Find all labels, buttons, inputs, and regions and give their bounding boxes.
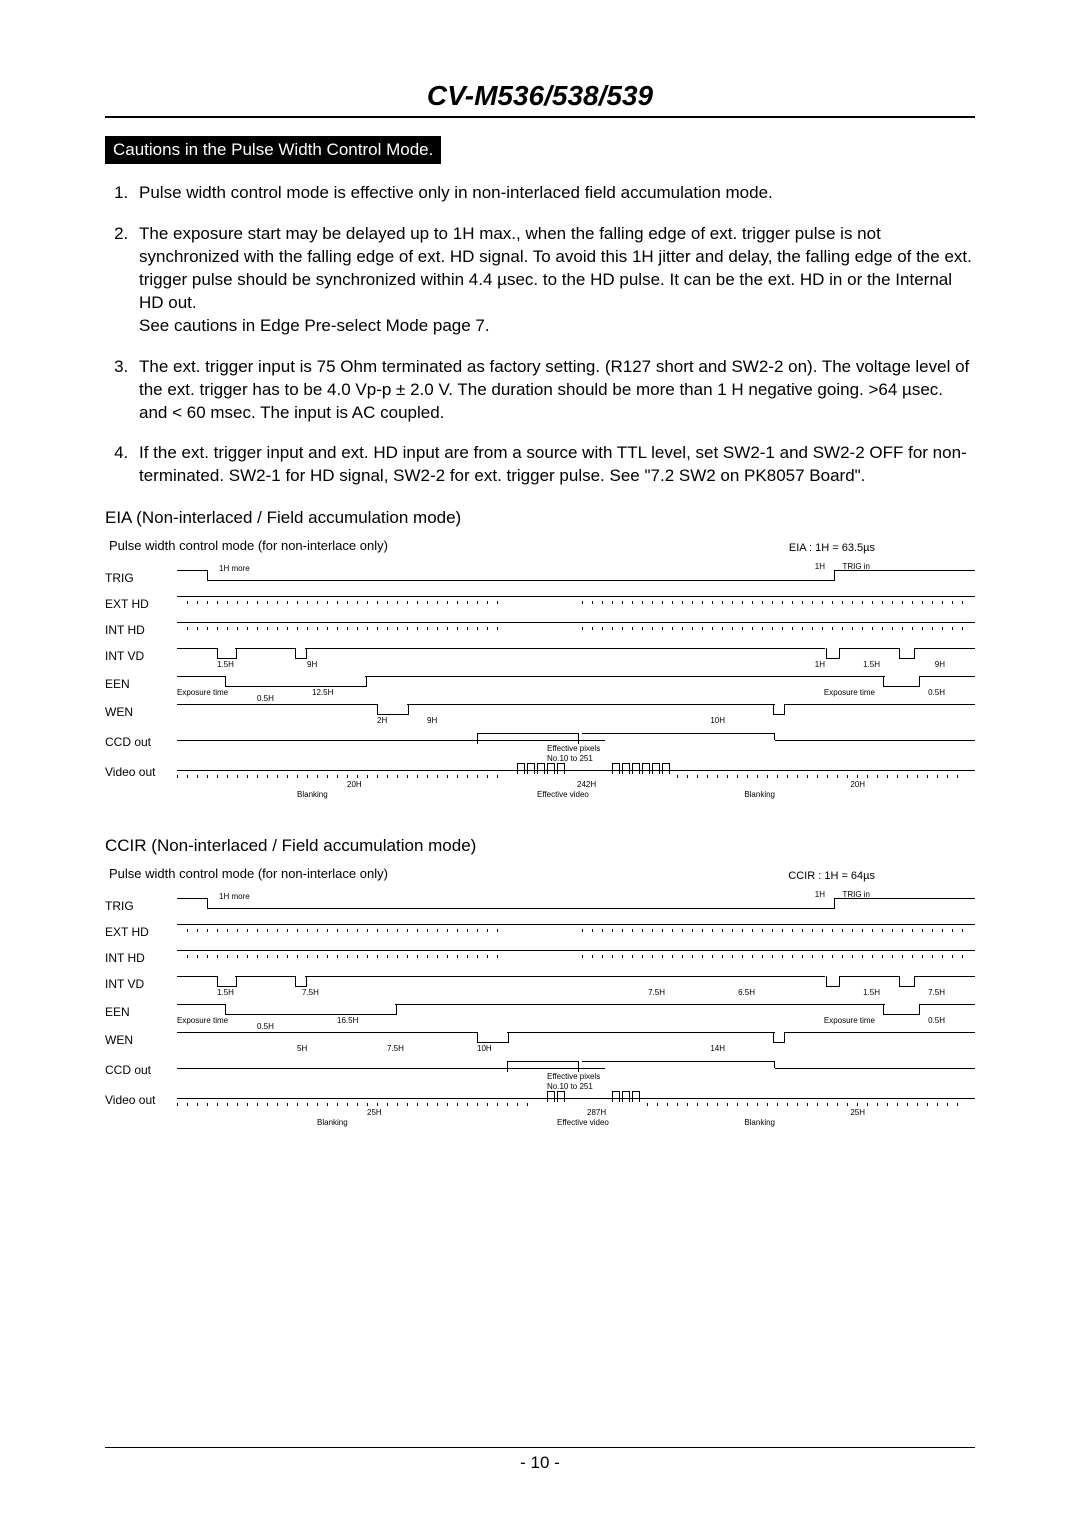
ann: 10H: [477, 1044, 492, 1053]
caution-item: The ext. trigger input is 75 Ohm termina…: [133, 356, 975, 425]
ann: Blanking: [297, 790, 328, 799]
ann: 16.5H: [337, 1016, 358, 1025]
diagram1-note: EIA : 1H = 63.5µs: [789, 542, 875, 554]
ann: 0.5H: [928, 688, 945, 697]
diagram2-caption: Pulse width control mode (for non-interl…: [109, 866, 388, 881]
diagram1-caption: Pulse width control mode (for non-interl…: [109, 538, 388, 553]
row-label: WEN: [105, 1033, 177, 1047]
ann: Exposure time: [177, 1016, 228, 1025]
row-label: TRIG: [105, 899, 177, 913]
row-label: EXT HD: [105, 597, 177, 611]
footer-rule: [105, 1447, 975, 1448]
ann: Effective video: [537, 790, 589, 799]
ann: 2H: [377, 716, 387, 725]
row-label: INT HD: [105, 951, 177, 965]
ann: 9H: [427, 716, 437, 725]
ann: 9H: [935, 660, 945, 669]
row-label: Video out: [105, 1093, 177, 1107]
ann: 25H: [850, 1108, 865, 1117]
caution-item: Pulse width control mode is effective on…: [133, 182, 975, 205]
row-label: EEN: [105, 677, 177, 691]
ann: TRIG in: [842, 890, 870, 899]
section-caption: Cautions in the Pulse Width Control Mode…: [105, 136, 441, 164]
page-title: CV-M536/538/539: [105, 80, 975, 112]
row-label: INT VD: [105, 649, 177, 663]
ann: 1H: [815, 660, 825, 669]
ann: 1H: [815, 562, 825, 571]
ann: 10H: [710, 716, 725, 725]
page-number: - 10 -: [0, 1453, 1080, 1473]
caution-item: If the ext. trigger input and ext. HD in…: [133, 442, 975, 488]
diagram2-note: CCIR : 1H = 64µs: [788, 870, 875, 882]
ann: 1.5H: [863, 988, 880, 997]
ann: Exposure time: [177, 688, 228, 697]
ann: 242H: [577, 780, 596, 789]
row-label: CCD out: [105, 735, 177, 749]
row-label: INT VD: [105, 977, 177, 991]
ann: 5H: [297, 1044, 307, 1053]
ann: 7.5H: [648, 988, 665, 997]
ann: 1.5H: [217, 988, 234, 997]
ann: Effective video: [557, 1118, 609, 1127]
ann: 0.5H: [928, 1016, 945, 1025]
ann: Blanking: [317, 1118, 348, 1127]
ann: 20H: [850, 780, 865, 789]
row-label: EXT HD: [105, 925, 177, 939]
cautions-list: Pulse width control mode is effective on…: [105, 182, 975, 488]
row-label: EEN: [105, 1005, 177, 1019]
timing-diagram-ccir: Pulse width control mode (for non-interl…: [105, 866, 975, 1136]
ann: Exposure time: [824, 688, 875, 697]
caution-item: The exposure start may be delayed up to …: [133, 223, 975, 338]
row-label: CCD out: [105, 1063, 177, 1077]
ann: 7.5H: [928, 988, 945, 997]
ann: 1.5H: [863, 660, 880, 669]
diagram2-subtitle: CCIR (Non-interlaced / Field accumulatio…: [105, 836, 975, 856]
ann: 7.5H: [302, 988, 319, 997]
ann: 20H: [347, 780, 362, 789]
ann: 12.5H: [312, 688, 333, 697]
timing-diagram-eia: Pulse width control mode (for non-interl…: [105, 538, 975, 808]
row-label: Video out: [105, 765, 177, 779]
ann: 1.5H: [217, 660, 234, 669]
ann: 6.5H: [738, 988, 755, 997]
ann: 14H: [710, 1044, 725, 1053]
row-label: WEN: [105, 705, 177, 719]
ann: 9H: [307, 660, 317, 669]
ann: TRIG in: [842, 562, 870, 571]
ann: 287H: [587, 1108, 606, 1117]
diagram1-subtitle: EIA (Non-interlaced / Field accumulation…: [105, 508, 975, 528]
ann: Blanking: [744, 1118, 775, 1127]
ann: Blanking: [744, 790, 775, 799]
ann: Effective pixels: [547, 1072, 600, 1081]
ann: 1H more: [219, 564, 250, 573]
ann: Exposure time: [824, 1016, 875, 1025]
ann: 1H: [815, 890, 825, 899]
row-label: INT HD: [105, 623, 177, 637]
ann: 1H more: [219, 892, 250, 901]
ann: 25H: [367, 1108, 382, 1117]
row-label: TRIG: [105, 571, 177, 585]
ann: 7.5H: [387, 1044, 404, 1053]
ann: Effective pixels: [547, 744, 600, 753]
header-rule: [105, 116, 975, 118]
